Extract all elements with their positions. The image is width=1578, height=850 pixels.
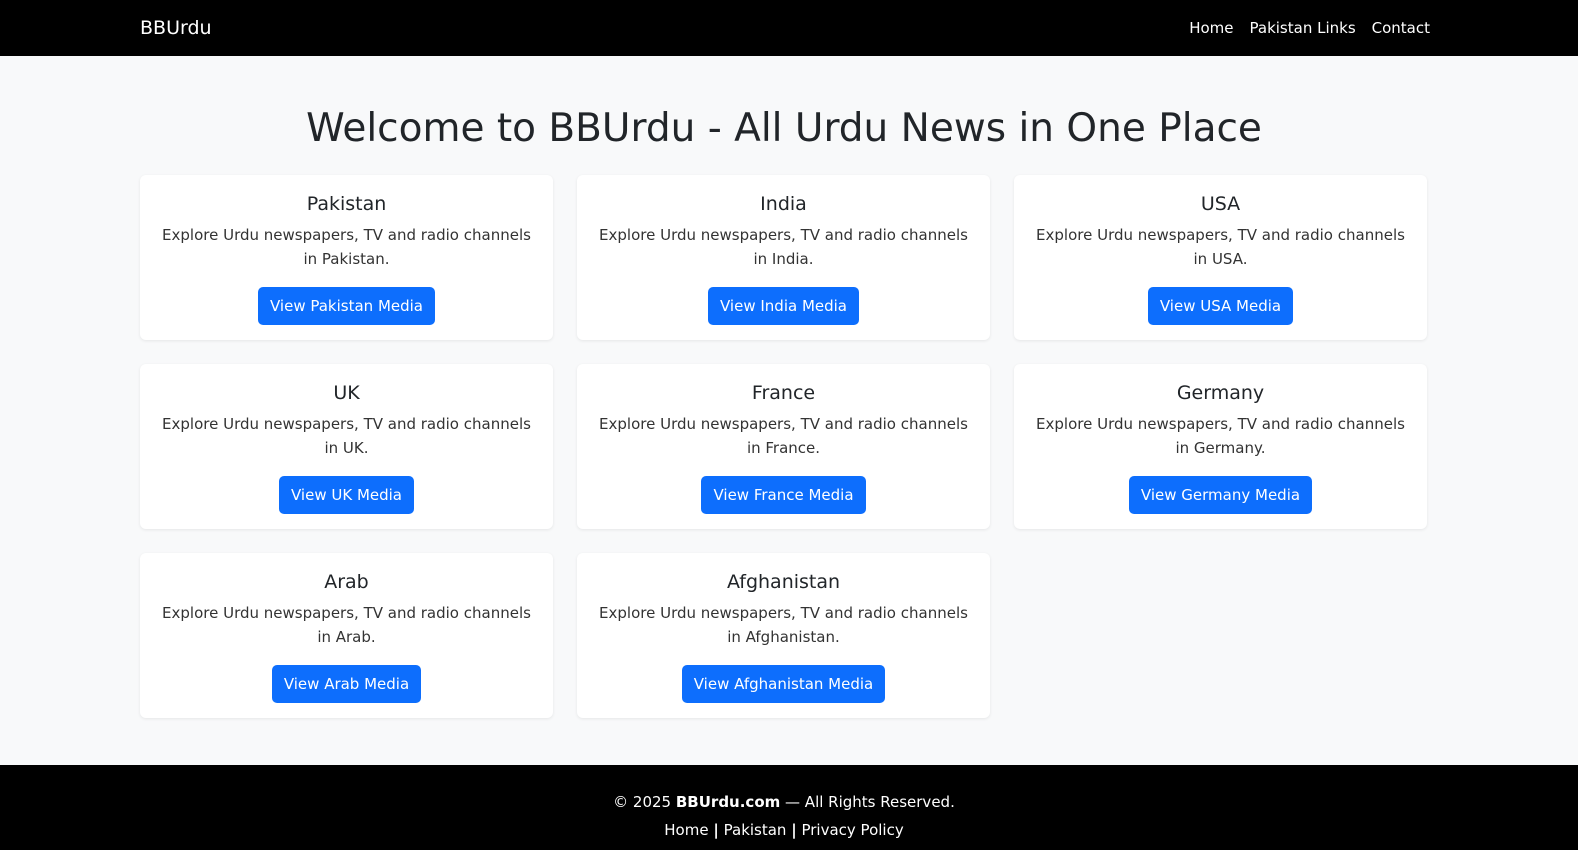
card-title: UK	[333, 382, 360, 404]
page-title: Welcome to BBUrdu - All Urdu News in One…	[306, 106, 1262, 151]
view-uk-media-button[interactable]: View UK Media	[279, 476, 414, 514]
card-title: Pakistan	[306, 193, 387, 215]
view-germany-media-button[interactable]: View Germany Media	[1128, 476, 1313, 514]
card-france: France Explore Urdu newspapers, TV and r…	[577, 364, 990, 529]
card-title: Afghanistan	[726, 571, 841, 593]
card-text: Explore Urdu newspapers, TV and radio ch…	[162, 415, 531, 457]
card-india: India Explore Urdu newspapers, TV and ra…	[577, 175, 990, 340]
footer-site-name: BBUrdu.com	[675, 793, 781, 811]
card-arab: Arab Explore Urdu newspapers, TV and rad…	[140, 553, 553, 718]
nav-link-contact[interactable]: Contact	[1372, 18, 1430, 38]
copyright-prefix: © 2025	[613, 793, 676, 811]
card-title: India	[760, 193, 807, 215]
card-title: Arab	[324, 571, 369, 593]
footer-link-privacy-policy[interactable]: Privacy Policy	[801, 821, 903, 839]
card-text: Explore Urdu newspapers, TV and radio ch…	[599, 226, 968, 268]
view-afghanistan-media-button[interactable]: View Afghanistan Media	[681, 665, 886, 703]
card-text: Explore Urdu newspapers, TV and radio ch…	[1036, 415, 1405, 457]
card-title: USA	[1200, 193, 1241, 215]
card-text: Explore Urdu newspapers, TV and radio ch…	[162, 226, 531, 268]
navbar: BBUrdu Home Pakistan Links Contact	[0, 0, 1578, 56]
country-cards-grid: Pakistan Explore Urdu newspapers, TV and…	[140, 175, 1428, 718]
view-india-media-button[interactable]: View India Media	[708, 287, 859, 325]
card-title: Germany	[1176, 382, 1265, 404]
footer-copyright: © 2025 BBUrdu.com — All Rights Reserved.	[0, 792, 1568, 812]
card-germany: Germany Explore Urdu newspapers, TV and …	[1014, 364, 1427, 529]
card-pakistan: Pakistan Explore Urdu newspapers, TV and…	[140, 175, 553, 340]
card-text: Explore Urdu newspapers, TV and radio ch…	[162, 604, 531, 646]
nav-link-home[interactable]: Home	[1189, 18, 1233, 38]
card-text: Explore Urdu newspapers, TV and radio ch…	[1036, 226, 1405, 268]
view-arab-media-button[interactable]: View Arab Media	[271, 665, 422, 703]
footer-link-pakistan[interactable]: Pakistan	[724, 821, 787, 839]
footer-link-home[interactable]: Home	[664, 821, 708, 839]
footer-links: Home | Pakistan | Privacy Policy	[0, 820, 1568, 840]
nav-link-pakistan-links[interactable]: Pakistan Links	[1250, 18, 1356, 38]
view-pakistan-media-button[interactable]: View Pakistan Media	[258, 287, 435, 325]
view-france-media-button[interactable]: View France Media	[701, 476, 866, 514]
nav-links: Home Pakistan Links Contact	[1189, 18, 1430, 38]
card-uk: UK Explore Urdu newspapers, TV and radio…	[140, 364, 553, 529]
copyright-suffix: — All Rights Reserved.	[780, 793, 955, 811]
card-usa: USA Explore Urdu newspapers, TV and radi…	[1014, 175, 1427, 340]
footer: © 2025 BBUrdu.com — All Rights Reserved.…	[0, 765, 1578, 850]
footer-separator: |	[713, 821, 719, 839]
view-usa-media-button[interactable]: View USA Media	[1147, 287, 1294, 325]
card-text: Explore Urdu newspapers, TV and radio ch…	[599, 604, 968, 646]
footer-separator: |	[791, 821, 797, 839]
card-afghanistan: Afghanistan Explore Urdu newspapers, TV …	[577, 553, 990, 718]
card-text: Explore Urdu newspapers, TV and radio ch…	[599, 415, 968, 457]
card-title: France	[751, 382, 816, 404]
brand-logo[interactable]: BBUrdu	[140, 16, 212, 40]
